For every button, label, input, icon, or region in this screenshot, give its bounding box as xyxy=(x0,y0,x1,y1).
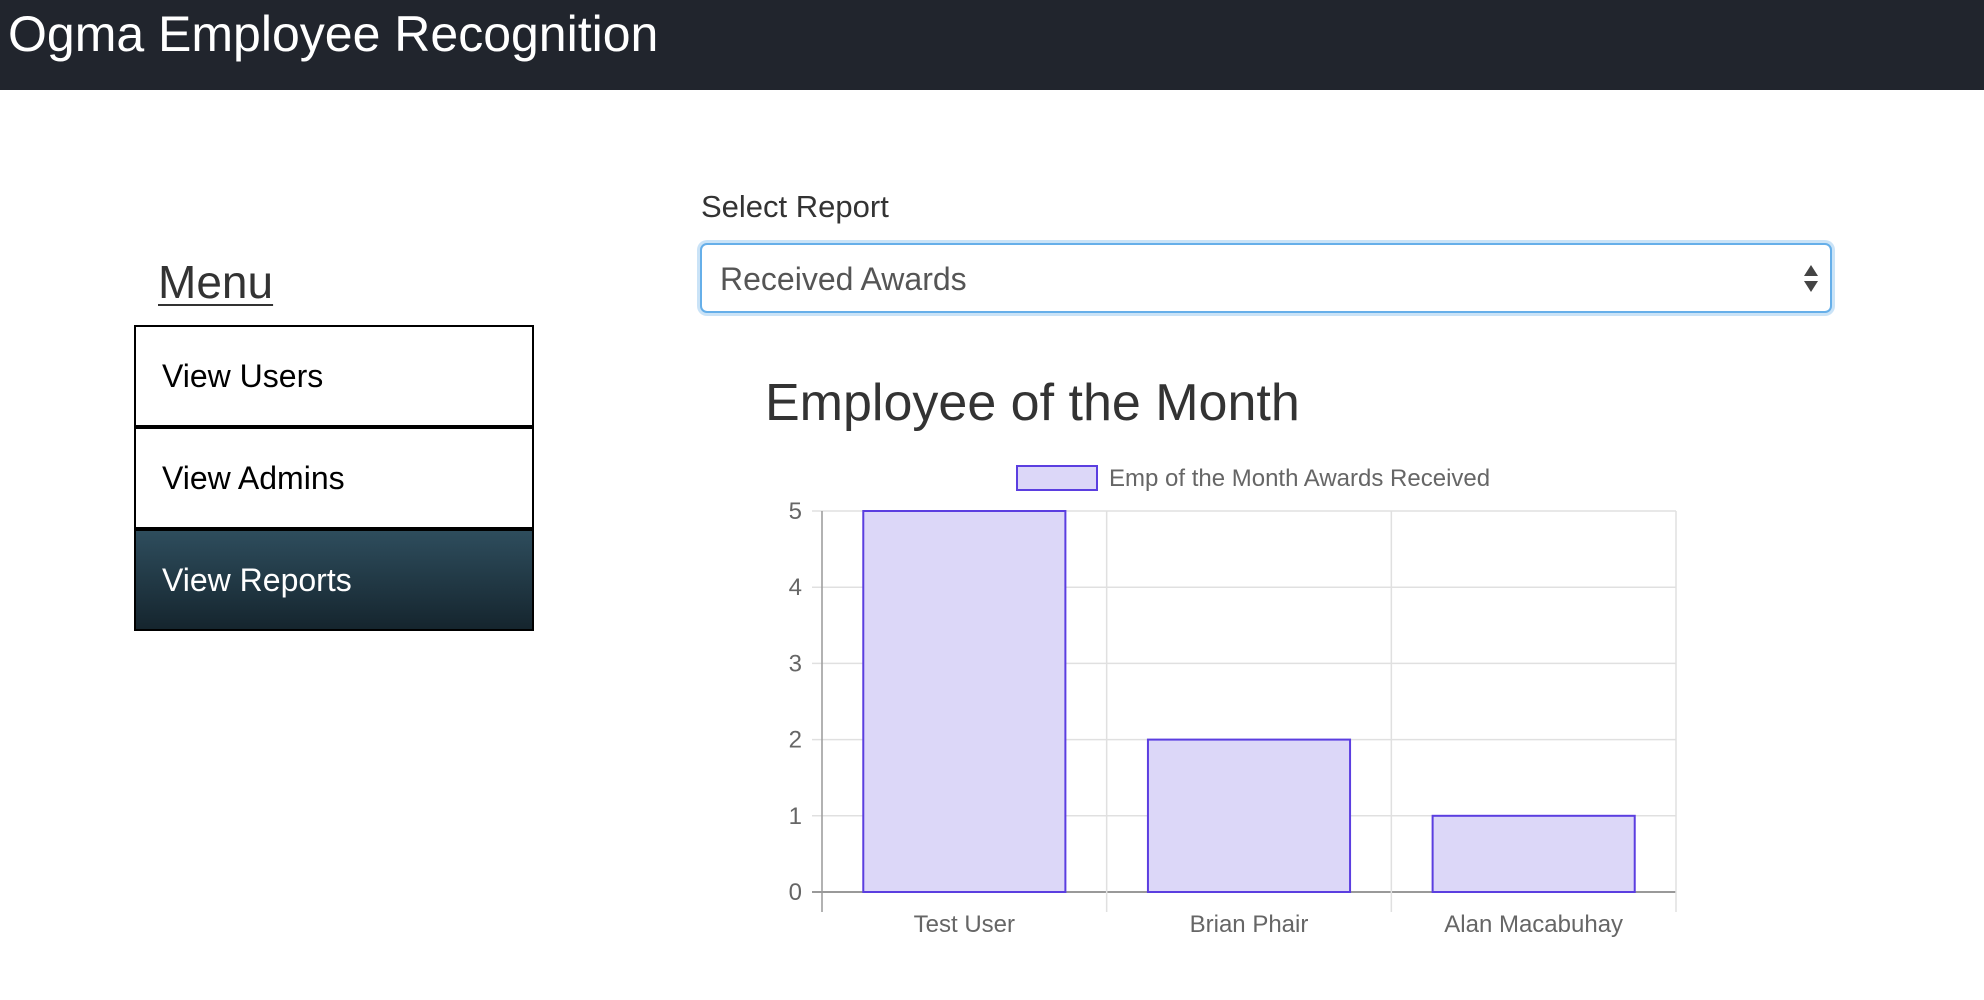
y-tick-label: 1 xyxy=(789,803,802,830)
menu-item-view-users[interactable]: View Users xyxy=(134,325,534,427)
menu-item-view-reports[interactable]: View Reports xyxy=(134,529,534,631)
select-arrows-icon xyxy=(1804,265,1818,292)
bar-alan-macabuhay xyxy=(1431,814,1636,893)
bar-test-user xyxy=(862,510,1067,893)
x-tick-label: Alan Macabuhay xyxy=(1444,911,1623,938)
top-navbar: Ogma Employee Recognition xyxy=(0,0,1984,90)
y-tick-label: 3 xyxy=(789,650,802,677)
x-axis-ticks: Test User Brian Phair Alan Macabuhay xyxy=(914,911,1623,938)
legend-label: Emp of the Month Awards Received xyxy=(1109,465,1490,492)
y-tick-label: 2 xyxy=(789,727,802,754)
chart-title: Employee of the Month xyxy=(765,374,1300,432)
menu-heading: Menu xyxy=(158,256,274,308)
chart-bars xyxy=(862,510,1636,893)
y-tick-label: 4 xyxy=(789,574,802,601)
chart-legend: Emp of the Month Awards Received xyxy=(1016,465,1490,492)
app-title: Ogma Employee Recognition xyxy=(8,6,659,62)
select-report-label: Select Report xyxy=(701,189,889,224)
menu-item-label: View Reports xyxy=(162,561,352,598)
y-tick-label: 0 xyxy=(789,879,802,906)
x-tick-label: Test User xyxy=(914,911,1015,938)
y-axis-ticks: 0 1 2 3 4 5 xyxy=(789,498,802,906)
menu-item-label: View Users xyxy=(162,357,324,394)
legend-swatch xyxy=(1016,465,1098,491)
y-tick-label: 5 xyxy=(789,498,802,525)
bar-chart: Emp of the Month Awards Received 012345 … xyxy=(789,465,1677,938)
report-select[interactable]: Received Awards xyxy=(700,243,1832,313)
report-select-value: Received Awards xyxy=(720,261,967,297)
menu-item-view-admins[interactable]: View Admins xyxy=(134,427,534,529)
x-tick-label: Brian Phair xyxy=(1190,911,1309,938)
menu-item-label: View Admins xyxy=(162,459,345,496)
bar-brian-phair xyxy=(1146,738,1352,893)
